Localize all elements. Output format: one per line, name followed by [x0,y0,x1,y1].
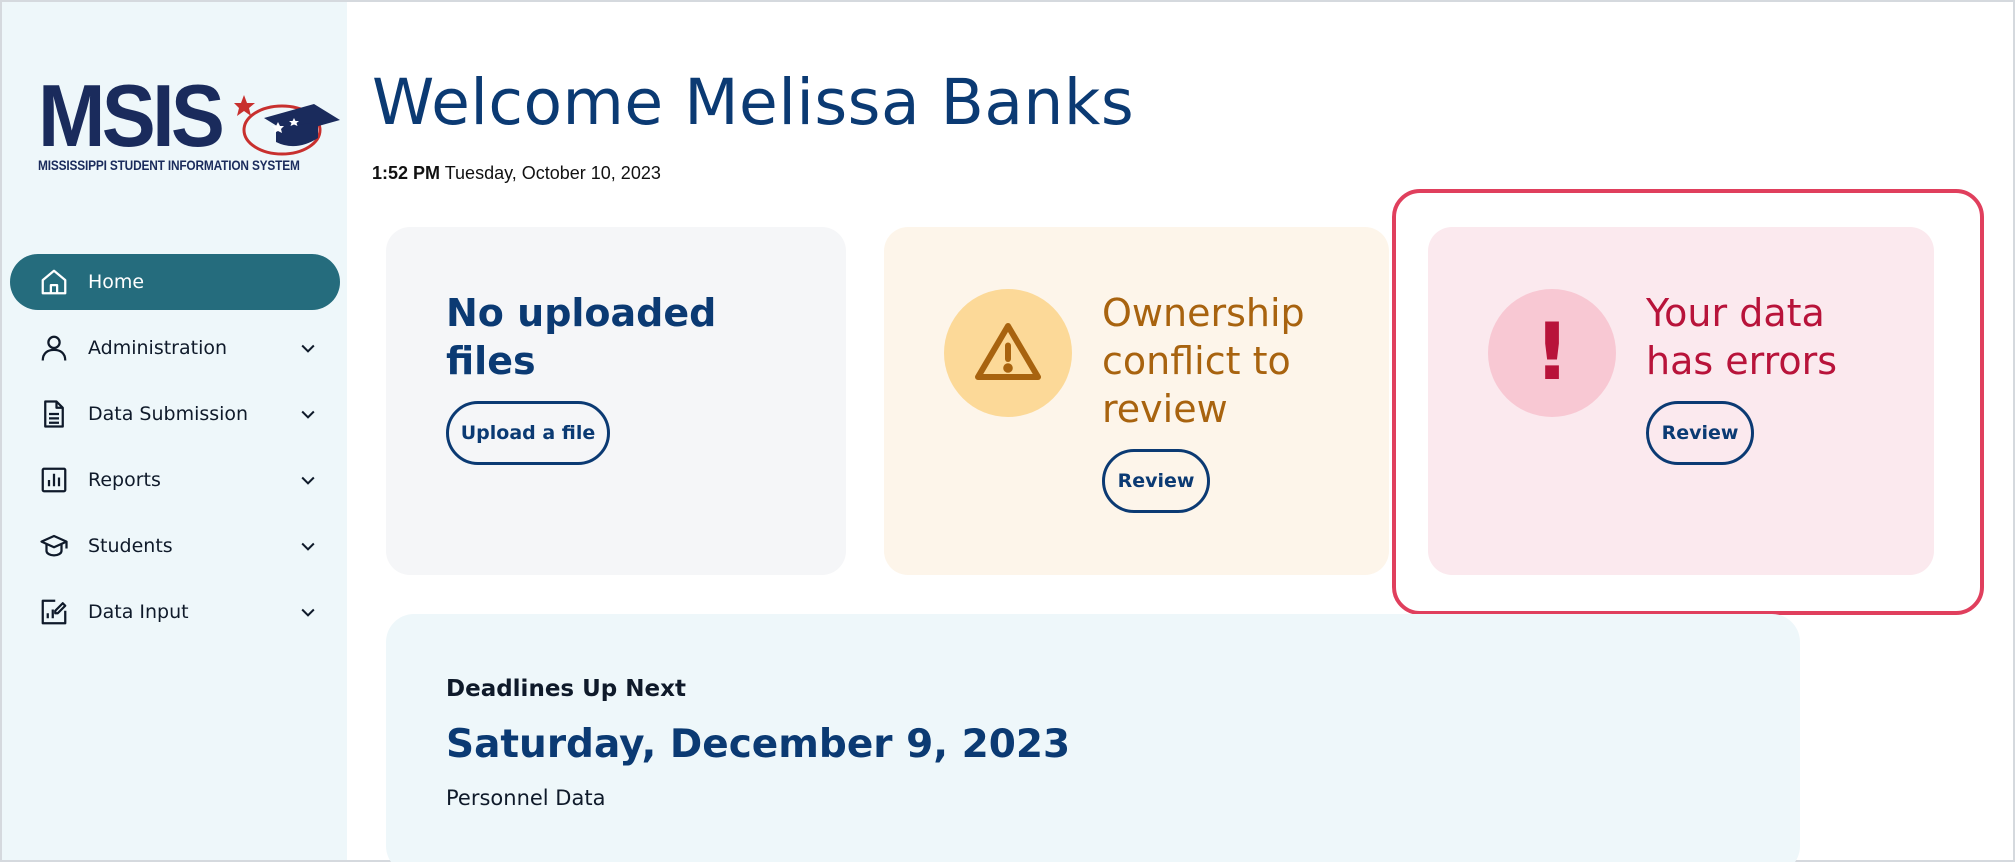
sidebar-item-students[interactable]: Students [10,518,340,574]
document-icon [38,398,70,430]
sidebar-item-data-input[interactable]: Data Input [10,584,340,640]
sidebar-item-label: Reports [88,469,161,491]
sidebar-item-label: Data Submission [88,403,249,425]
warning-icon [944,289,1072,417]
ownership-card-title: Ownership conflict to review [1102,291,1305,431]
review-ownership-button[interactable]: Review [1102,449,1210,513]
msis-logo[interactable]: MSIS MISSISSIPPI STUDENT INFORMATION SYS… [38,72,340,176]
sidebar-item-label: Administration [88,337,228,359]
deadline-date: Saturday, December 9, 2023 [446,722,1071,767]
logo-subtitle: MISSISSIPPI STUDENT INFORMATION SYSTEM [38,158,300,173]
bar-chart-icon [38,464,70,496]
uploads-card: No uploaded files Upload a file [386,227,846,575]
sidebar: MSIS MISSISSIPPI STUDENT INFORMATION SYS… [2,2,347,860]
ownership-conflict-card: Ownership conflict to review Review [884,227,1389,575]
chevron-down-icon[interactable] [294,532,322,560]
home-icon [38,266,70,298]
highlight-outline [1392,189,1984,615]
upload-file-button[interactable]: Upload a file [446,401,610,465]
chevron-down-icon[interactable] [294,334,322,362]
uploads-card-title: No uploaded files [446,291,717,383]
chevron-down-icon[interactable] [294,400,322,428]
page-title: Welcome Melissa Banks [372,66,1135,139]
edit-chart-icon [38,596,70,628]
sidebar-item-reports[interactable]: Reports [10,452,340,508]
sidebar-item-home[interactable]: Home [10,254,340,310]
sidebar-item-label: Data Input [88,601,189,623]
deadlines-panel: Deadlines Up Next Saturday, December 9, … [386,614,1800,862]
current-time: 1:52 PM [372,163,441,183]
graduation-cap-icon [38,530,70,562]
deadlines-label: Deadlines Up Next [446,676,686,702]
current-datetime: 1:52 PM Tuesday, October 10, 2023 [372,163,661,184]
sidebar-item-data-submission[interactable]: Data Submission [10,386,340,442]
current-date: Tuesday, October 10, 2023 [444,163,661,183]
main-nav: Home Administration Data Submission Repo… [10,254,340,650]
graduation-cap-logo-icon [234,95,340,156]
chevron-down-icon[interactable] [294,466,322,494]
user-icon [38,332,70,364]
chevron-down-icon[interactable] [294,598,322,626]
deadline-item: Personnel Data [446,786,606,810]
sidebar-item-label: Students [88,535,173,557]
sidebar-item-administration[interactable]: Administration [10,320,340,376]
sidebar-item-label: Home [88,271,145,293]
